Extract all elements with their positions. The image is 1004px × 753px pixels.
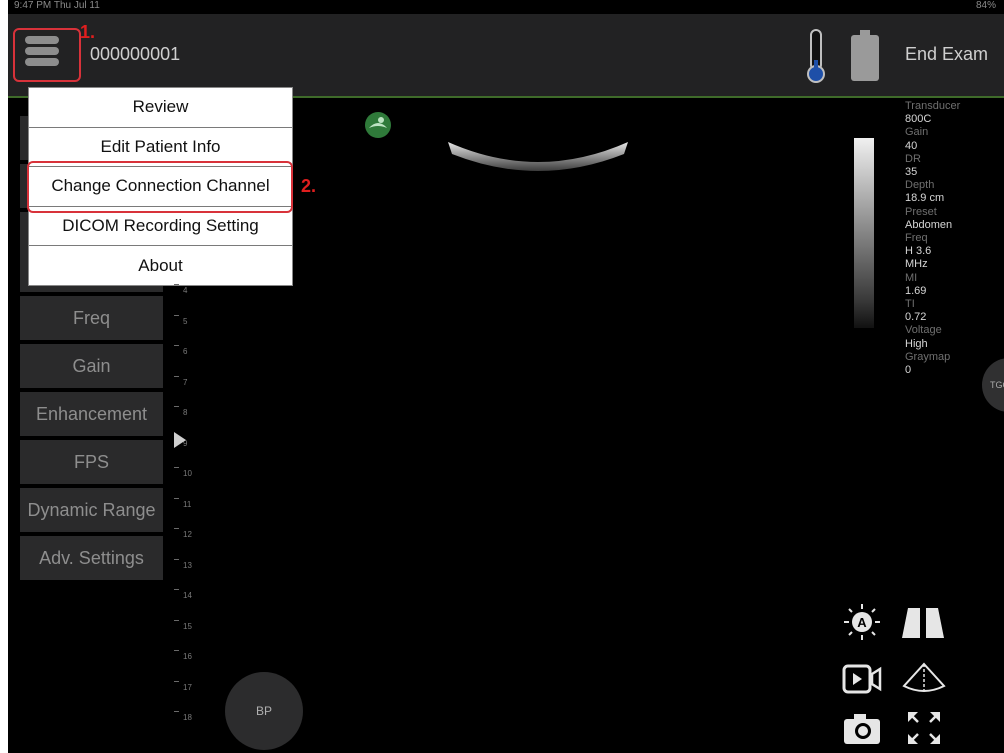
imaging-params: Transducer 800C Gain 40 DR 35 Depth 18.9 cm …: [905, 100, 995, 377]
callout-step-1: 1.: [80, 22, 96, 42]
bp-button[interactable]: BP: [225, 672, 303, 750]
graymap-bar: [854, 138, 874, 328]
dual-view-icon[interactable]: [900, 606, 946, 640]
tgc-label: TGC: [990, 380, 1004, 390]
depth-tick: [174, 528, 179, 529]
thermometer-icon: [807, 29, 825, 83]
depth-tick: [174, 375, 179, 377]
logo-icon: [365, 112, 391, 138]
param-dr: DR 35: [905, 152, 921, 179]
battery-icon: [851, 30, 879, 81]
focus-marker-icon[interactable]: [174, 432, 186, 448]
depth-label: 14: [183, 591, 192, 600]
param-voltage: Voltage High: [905, 324, 942, 350]
depth-label: 17: [183, 682, 192, 692]
param-depth: Depth 18.9 cm: [905, 179, 945, 205]
sidebar-item-enhancement[interactable]: Enhancement: [20, 392, 163, 436]
param-graymap: Graymap 0: [905, 350, 951, 377]
depth-tick: [174, 406, 179, 407]
end-exam-button[interactable]: End Exam: [905, 44, 988, 65]
depth-label: 4: [183, 286, 188, 295]
depth-tick: [174, 711, 179, 712]
depth-tick: [174, 497, 179, 499]
depth-label: 11: [183, 499, 192, 509]
depth-label: 5: [183, 316, 188, 326]
param-freq: Freq H 3.6 MHz: [905, 232, 932, 271]
depth-tick: [174, 619, 179, 621]
depth-tick: [174, 680, 179, 682]
depth-label: 10: [183, 469, 192, 478]
sidebar-item-freq[interactable]: Freq: [20, 296, 163, 340]
sector-icon[interactable]: [902, 662, 946, 696]
depth-tick: [174, 314, 179, 316]
depth-label: 7: [183, 377, 188, 387]
depth-label: 15: [183, 621, 192, 631]
menu-item-review[interactable]: Review: [29, 88, 292, 128]
param-preset: Preset Abdomen: [905, 205, 953, 231]
param-transducer: Transducer 800C: [905, 100, 961, 126]
sidebar-item-fps[interactable]: FPS: [20, 440, 163, 484]
camera-icon[interactable]: [842, 712, 882, 746]
sidebar-item-adv-settings[interactable]: Adv. Settings: [20, 536, 163, 580]
auto-brightness-icon[interactable]: A: [842, 602, 882, 642]
status-battery: 84%: [975, 0, 996, 11]
svg-text:A: A: [857, 615, 867, 630]
status-time: 9:47 PM Thu Jul 11: [14, 0, 100, 11]
depth-label: 6: [183, 347, 188, 356]
video-record-icon[interactable]: [842, 662, 882, 696]
sidebar-item-gain[interactable]: Gain: [20, 344, 163, 388]
callout-step-2: 2.: [301, 176, 317, 196]
depth-tick: [174, 345, 179, 346]
sidebar-item-dynamic-range[interactable]: Dynamic Range: [20, 488, 163, 532]
highlight-box-menu: [13, 28, 81, 82]
menu-item-about[interactable]: About: [29, 246, 292, 285]
depth-tick: [174, 589, 179, 590]
depth-tick: [174, 467, 179, 468]
depth-label: 18: [183, 713, 192, 722]
ultrasound-image-arc: [448, 142, 628, 171]
status-bar: 9:47 PM Thu Jul 11 84%: [8, 0, 1004, 14]
depth-label: 16: [183, 652, 192, 661]
param-mi: MI 1.69: [905, 271, 927, 297]
fullscreen-icon[interactable]: [904, 708, 944, 748]
depth-label: 12: [183, 530, 192, 539]
depth-label: 8: [183, 408, 188, 417]
highlight-box-change-connection: [27, 161, 293, 213]
app-screen: 9:47 PM Thu Jul 11 84% 1. 000000001 End …: [8, 0, 1004, 753]
param-ti: TI 0.72: [905, 298, 927, 324]
depth-tick: [174, 558, 179, 560]
param-gain: Gain 40: [905, 126, 929, 152]
depth-ruler: 4 5 6 7 8 9 10 11 12 13 14 15 16 17 18: [174, 270, 194, 722]
patient-id: 000000001: [90, 44, 181, 64]
depth-label: 13: [183, 560, 192, 570]
depth-tick: [174, 650, 179, 651]
depth-tick: [174, 284, 179, 285]
